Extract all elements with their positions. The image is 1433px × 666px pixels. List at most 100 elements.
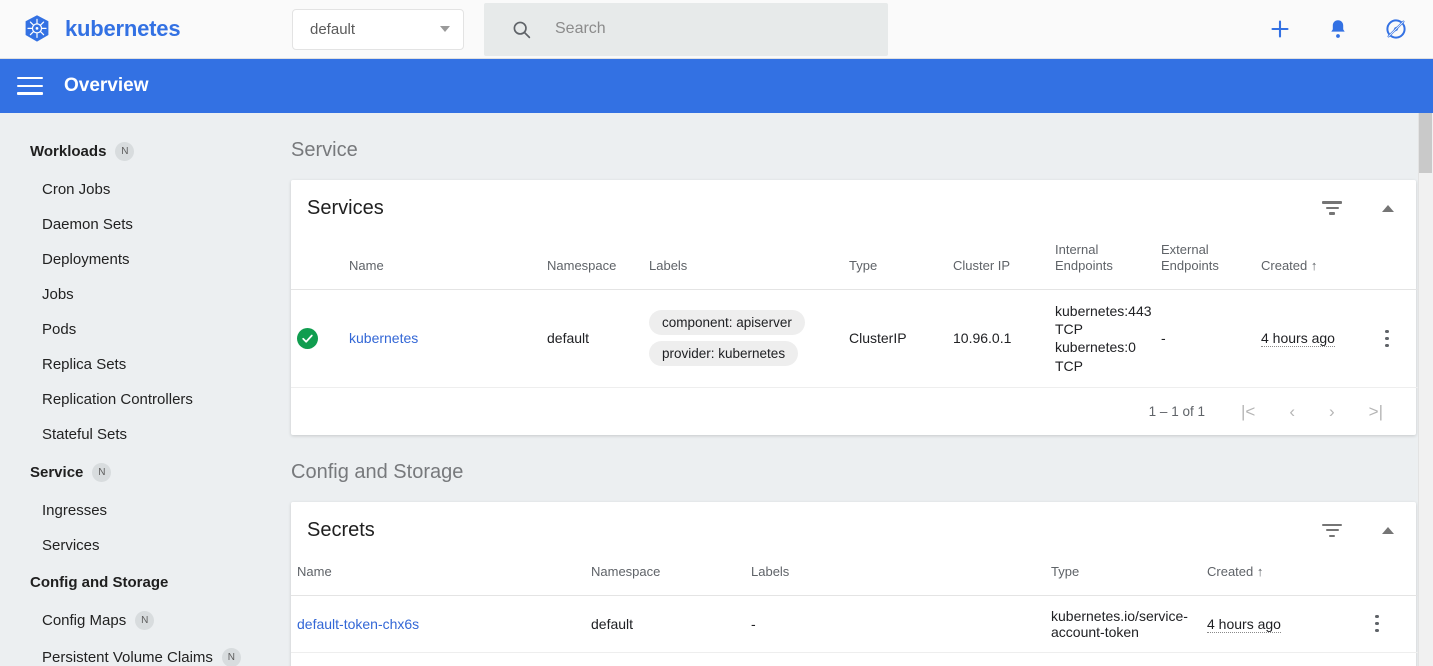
last-page-button[interactable]: >| [1369,403,1383,420]
col-created[interactable]: Created ↑ [1255,236,1371,290]
col-status [291,236,343,290]
sidebar-item-daemon-sets[interactable]: Daemon Sets [0,207,276,242]
col-type[interactable]: Type [843,236,947,290]
sidebar-item-replica-sets[interactable]: Replica Sets [0,347,276,382]
sidebar-item-label: Replica Sets [42,356,127,373]
sidebar-item-label: Replication Controllers [42,391,193,408]
col-type[interactable]: Type [1045,558,1201,596]
col-external-endpoints[interactable]: External Endpoints [1155,236,1255,290]
namespaced-badge: N [221,648,241,666]
namespaced-badge: N [135,611,155,630]
sidebar-item-deployments[interactable]: Deployments [0,242,276,277]
row-menu-icon[interactable] [1367,614,1387,633]
section-heading-service: Service [291,139,358,161]
sidebar-item-persistent-volume-claims[interactable]: Persistent Volume Claims N [0,639,276,666]
table-row[interactable]: default-token-chx6s default - kubernetes… [291,595,1419,653]
cell-external-endpoints: - [1155,289,1255,389]
page-title: Overview [64,75,149,96]
table-row[interactable]: kubernetes default component: apiserver … [291,289,1419,389]
check-icon [302,334,313,343]
cell-name: kubernetes [343,289,541,389]
sort-ascending-icon: ↑ [1310,258,1318,274]
first-page-button[interactable]: |< [1241,403,1255,420]
col-labels[interactable]: Labels [745,558,1045,596]
cell-cluster-ip: 10.96.0.1 [947,289,1049,389]
sidebar-item-label: Config Maps [42,612,127,629]
services-card-title: Services [307,196,384,219]
sidebar-item-services[interactable]: Services [0,528,276,563]
body: Workloads N Cron Jobs Daemon Sets Deploy… [0,113,1433,666]
sidebar-item-replication-controllers[interactable]: Replication Controllers [0,382,276,417]
secrets-pagination: 1 – 1 of 1 |< ‹ › >| [291,653,1416,666]
filter-icon[interactable] [1322,523,1342,538]
search-box[interactable]: Search [484,2,888,56]
sidebar-item-label: Services [42,537,100,554]
created-timestamp: 4 hours ago [1261,330,1335,348]
bell-icon [1331,20,1345,38]
secrets-card-title: Secrets [307,518,375,541]
col-namespace[interactable]: Namespace [541,236,643,290]
col-name[interactable]: Name [343,236,541,290]
sidebar-item-label: Stateful Sets [42,426,128,443]
service-name-link[interactable]: kubernetes [349,330,418,346]
sidebar-item-label: Daemon Sets [42,216,133,233]
notifications-button[interactable] [1325,16,1351,42]
create-button[interactable] [1267,16,1293,42]
col-internal-endpoints[interactable]: Internal Endpoints [1049,236,1155,290]
sidebar-item-stateful-sets[interactable]: Stateful Sets [0,417,276,452]
vertical-scrollbar-thumb[interactable] [1419,113,1432,173]
sidebar-item-label: Persistent Volume Claims [42,649,213,666]
sidebar-item-jobs[interactable]: Jobs [0,277,276,312]
services-table-header-row: Name Namespace Labels Type Cluster IP In… [291,236,1419,290]
cell-internal-endpoints: kubernetes:443 TCP kubernetes:0 TCP [1049,289,1155,389]
filter-icon[interactable] [1322,201,1342,215]
endpoint-entry: kubernetes:0 TCP [1055,339,1136,374]
created-timestamp: 4 hours ago [1207,615,1281,633]
previous-page-button[interactable]: ‹ [1289,403,1295,420]
secrets-table: Name Namespace Labels Type Created ↑ def… [291,558,1419,653]
sidebar-item-config-maps[interactable]: Config Maps N [0,602,276,639]
col-labels[interactable]: Labels [643,236,843,290]
compass-slash-icon [1386,19,1406,39]
brand[interactable]: kubernetes [22,14,250,44]
sidebar-item-pods[interactable]: Pods [0,312,276,347]
services-card-actions [1322,201,1394,215]
brand-name: kubernetes [65,16,181,41]
cell-labels: - [745,595,1045,653]
cell-namespace: default [541,289,643,389]
row-menu-icon[interactable] [1377,329,1397,348]
namespace-select[interactable]: default [292,8,464,50]
chevron-down-icon [440,26,450,32]
pagination-range: 1 – 1 of 1 [1148,404,1205,420]
page-header: Overview [0,59,1433,113]
col-created[interactable]: Created ↑ [1201,558,1361,596]
secrets-table-header-row: Name Namespace Labels Type Created ↑ [291,558,1419,596]
secrets-card-header: Secrets [291,502,1416,558]
vertical-scrollbar-track[interactable] [1418,113,1433,666]
next-page-button[interactable]: › [1329,403,1335,420]
col-namespace[interactable]: Namespace [585,558,745,596]
sidebar-item-cron-jobs[interactable]: Cron Jobs [0,172,276,207]
cell-actions [1361,595,1419,653]
chevron-up-icon[interactable] [1382,526,1394,534]
help-disabled-button[interactable] [1383,16,1409,42]
cell-created: 4 hours ago [1255,289,1371,389]
secret-name-link[interactable]: default-token-chx6s [297,616,419,632]
label-chip: component: apiserver [649,310,805,336]
namespaced-badge: N [115,142,135,161]
col-name[interactable]: Name [291,558,585,596]
sidebar-item-ingresses[interactable]: Ingresses [0,493,276,528]
kubernetes-wheel-icon [25,15,49,42]
sidebar-group-config-and-storage: Config and Storage [0,563,276,602]
hamburger-icon[interactable] [17,77,43,95]
chevron-up-icon[interactable] [1382,204,1394,212]
search-input[interactable]: Search [555,20,606,38]
secrets-card-actions [1322,523,1394,538]
cell-labels: component: apiserver provider: kubernete… [643,289,843,389]
endpoint-entry: kubernetes:443 TCP [1055,302,1152,337]
label-chip: provider: kubernetes [649,341,799,367]
secrets-card: Secrets Name Namespace Labels Type Creat… [291,502,1419,666]
sidebar-group-service: Service N [0,452,276,493]
col-cluster-ip[interactable]: Cluster IP [947,236,1049,290]
services-pagination: 1 – 1 of 1 |< ‹ › >| [291,388,1416,435]
